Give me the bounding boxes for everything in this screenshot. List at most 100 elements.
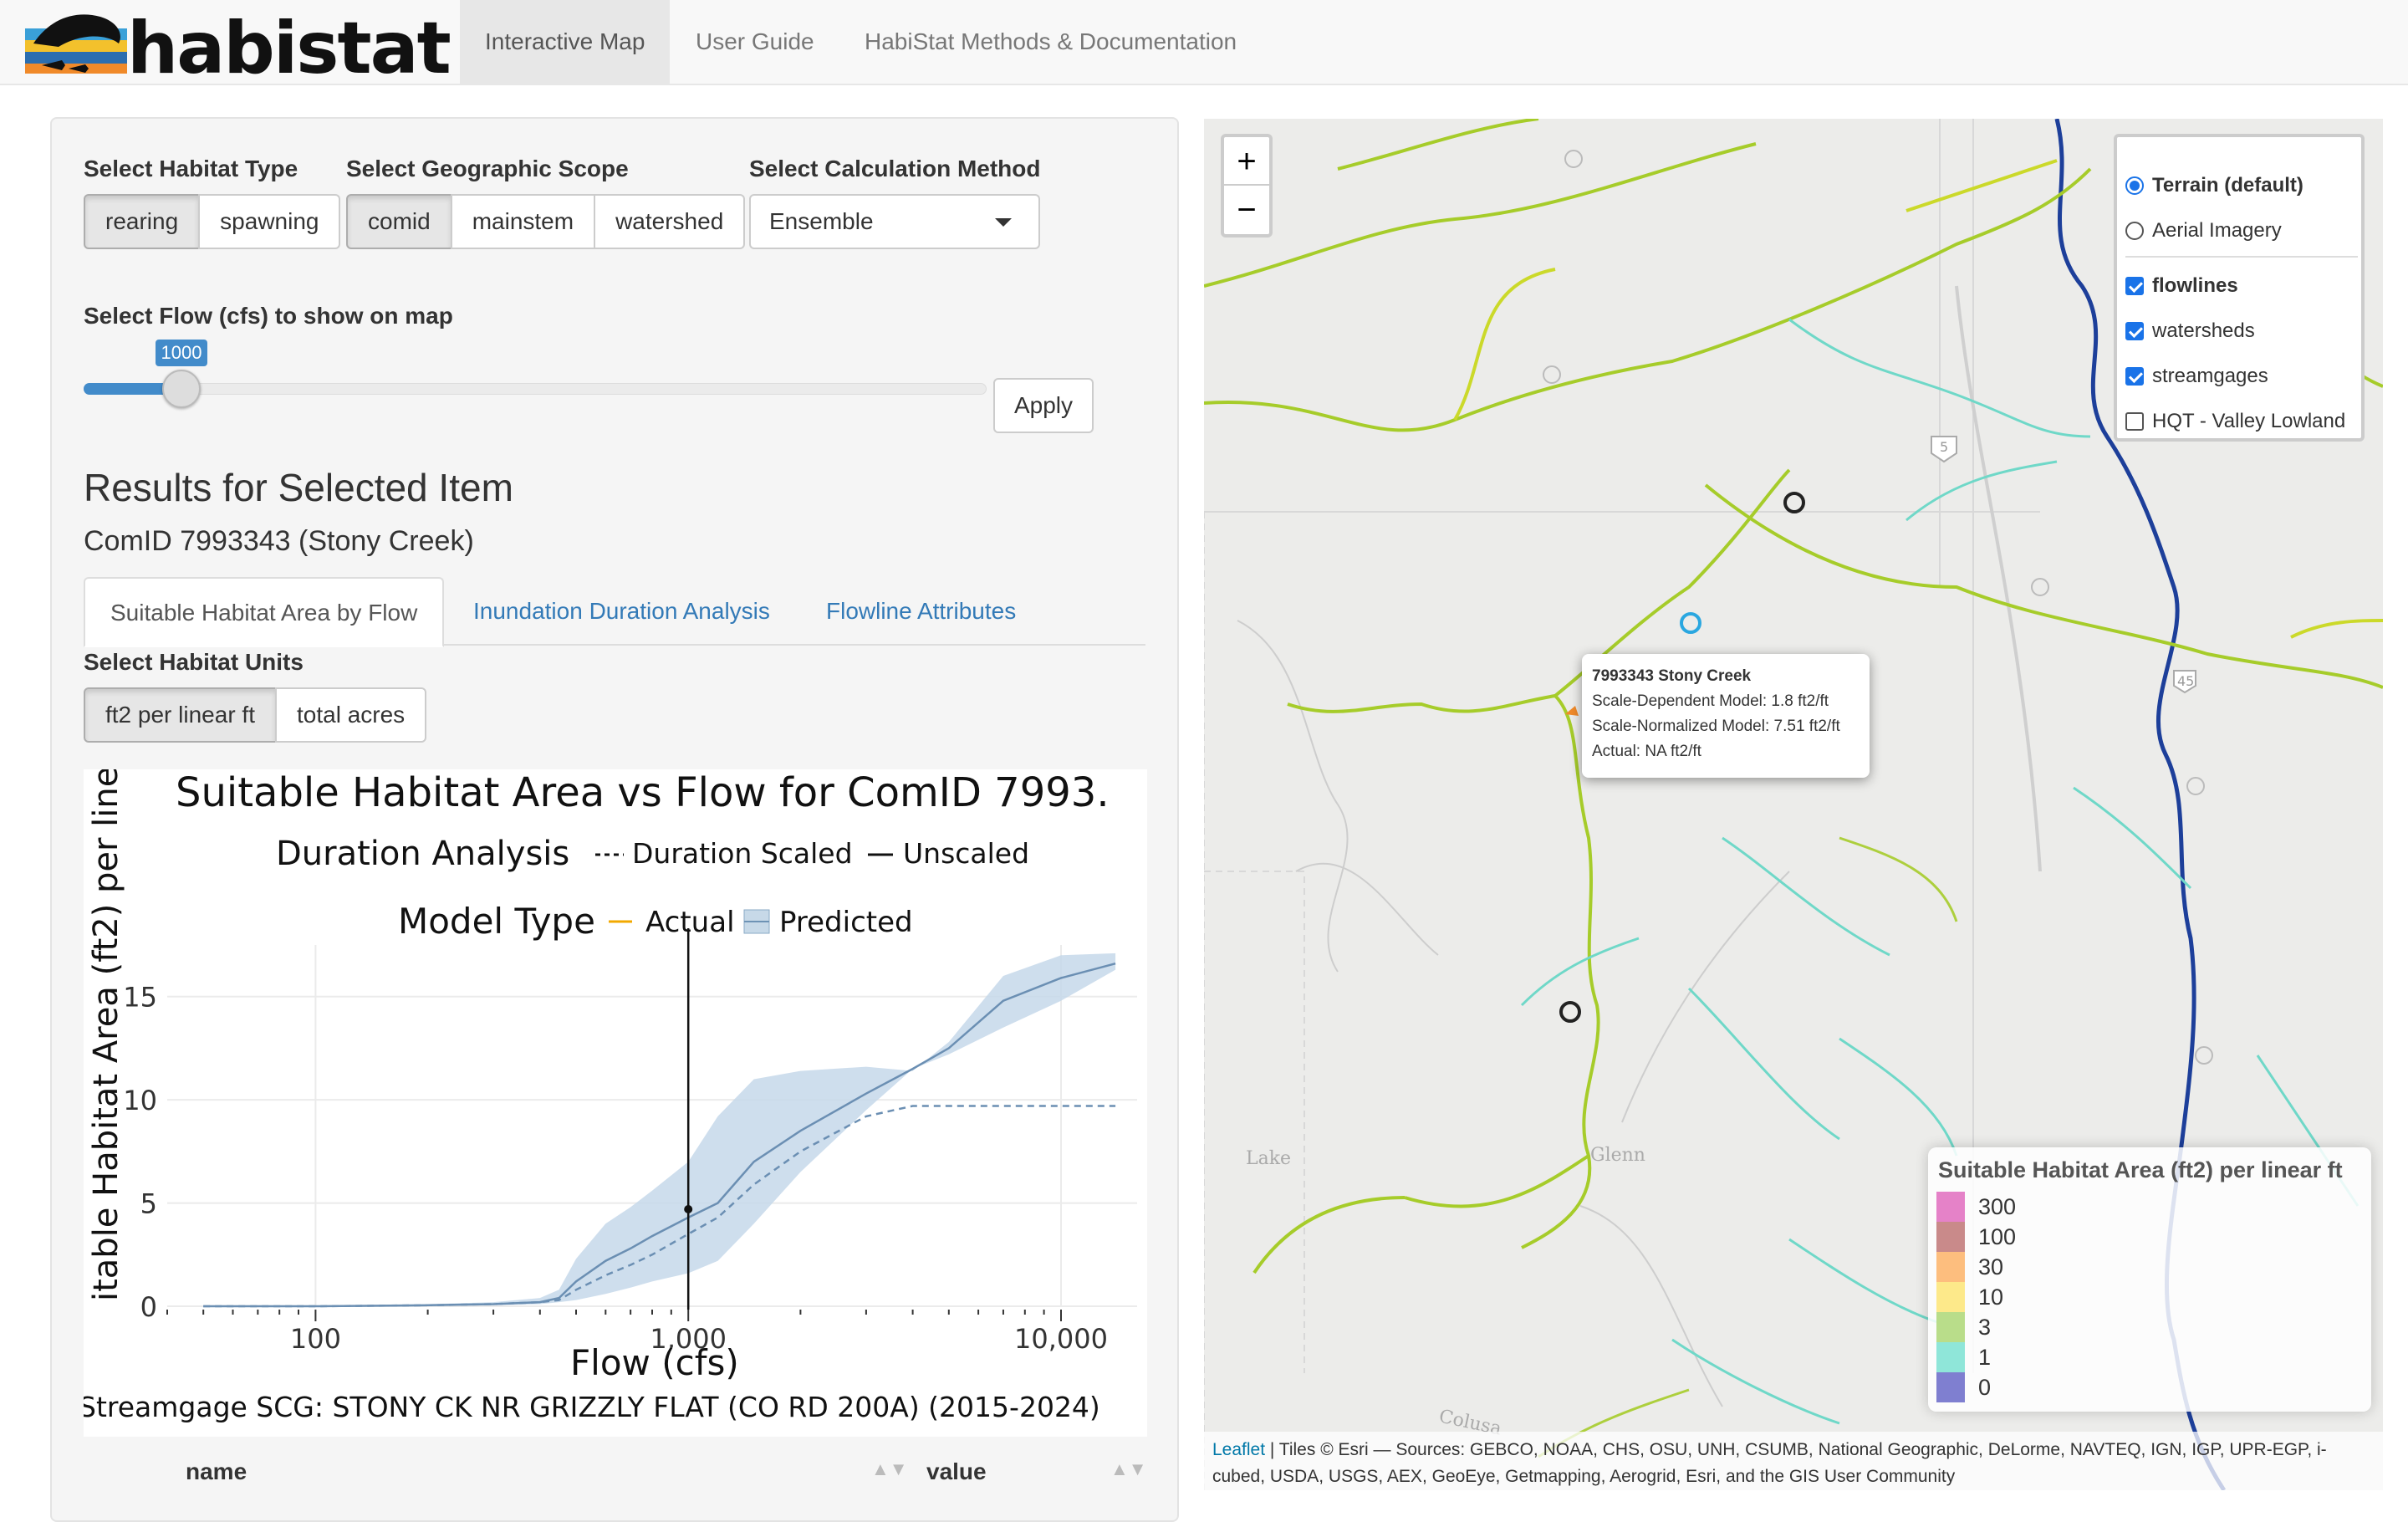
streamgages-label: streamgages	[2152, 365, 2268, 387]
flow-slider-track[interactable]	[84, 383, 987, 395]
base-aerial-option[interactable]: Aerial Imagery	[2125, 214, 2282, 248]
tab-flowline-attributes[interactable]: Flowline Attributes	[801, 577, 1041, 646]
streamgage-point-selected[interactable]	[1680, 612, 1701, 634]
chart-title: Suitable Habitat Area vs Flow for ComID …	[176, 769, 1110, 816]
streamgage-point[interactable]	[1559, 1001, 1581, 1023]
legend-item: 10	[1936, 1282, 2363, 1312]
overlay-streamgages[interactable]: streamgages	[2125, 360, 2268, 393]
chart-subtitle-solid: Unscaled	[903, 837, 1029, 870]
legend-swatch	[1936, 1312, 1965, 1342]
nav-methods-documentation[interactable]: HabiStat Methods & Documentation	[839, 0, 1262, 84]
map-attribution: Leaflet | Tiles © Esri — Sources: GEBCO,…	[1204, 1432, 2383, 1490]
y-tick-label: 0	[140, 1291, 157, 1323]
legend-label: 10	[1978, 1284, 2004, 1310]
scope-comid-button[interactable]: comid	[346, 194, 452, 249]
terrain-radio[interactable]	[2125, 176, 2144, 195]
units-acres-button[interactable]: total acres	[274, 687, 427, 743]
habitat-units-label: Select Habitat Units	[84, 649, 304, 675]
aerial-radio[interactable]	[2125, 222, 2144, 240]
tab-inundation-duration[interactable]: Inundation Duration Analysis	[448, 577, 795, 646]
sort-value-icon[interactable]: ▲▼	[1110, 1458, 1147, 1480]
column-name[interactable]: name	[186, 1458, 247, 1485]
map-label-route-45: 45	[2177, 673, 2194, 689]
scope-watershed-button[interactable]: watershed	[594, 194, 746, 249]
legend-actual: Actual	[645, 906, 735, 939]
map-label-lake: Lake	[1246, 1148, 1291, 1169]
base-terrain-option[interactable]: Terrain (default)	[2125, 169, 2303, 202]
legend-label: 3	[1978, 1314, 1992, 1340]
apply-button[interactable]: Apply	[993, 378, 1094, 433]
predicted-band	[203, 953, 1116, 1306]
legend-swatch	[1936, 1222, 1965, 1252]
legend-swatch	[1936, 1342, 1965, 1372]
legend-label: 30	[1978, 1254, 2004, 1279]
x-axis-label: Flow (cfs)	[570, 1342, 739, 1383]
hqt-checkbox[interactable]	[2125, 412, 2144, 431]
nav-interactive-map[interactable]: Interactive Map	[460, 0, 671, 84]
flow-slider-value: 1000	[156, 340, 207, 366]
navbar: habistat Interactive Map User Guide Habi…	[0, 0, 2408, 90]
column-value[interactable]: value	[926, 1458, 987, 1485]
y-tick-label: 5	[140, 1188, 157, 1220]
zoom-out-button[interactable]: −	[1224, 186, 1269, 234]
overlay-hqt-valley-lowland[interactable]: HQT - Valley Lowland	[2125, 405, 2345, 438]
flowlines-label: flowlines	[2152, 274, 2238, 297]
interactive-map[interactable]: Lake Glenn Colusa 5 45 + − Terrain (defa…	[1204, 119, 2383, 1490]
streamgages-checkbox[interactable]	[2125, 367, 2144, 386]
flow-slider-handle[interactable]	[162, 370, 201, 408]
map-label-route-5: 5	[1940, 439, 1948, 455]
watersheds-checkbox[interactable]	[2125, 322, 2144, 340]
layer-control: Terrain (default) Aerial Imagery flowlin…	[2114, 134, 2365, 442]
chart-subtitle-dashed: Duration Scaled	[632, 837, 853, 870]
habitat-flow-chart: Suitable Habitat Area vs Flow for ComID …	[84, 769, 1147, 1437]
popup-line-1: Scale-Dependent Model: 1.8 ft2/ft	[1592, 692, 1829, 710]
legend-swatch	[1936, 1252, 1965, 1282]
legend-label: 0	[1978, 1374, 1992, 1400]
nav-user-guide[interactable]: User Guide	[671, 0, 839, 84]
geo-scope-toggle: comid mainstem watershed	[346, 194, 746, 249]
habistat-logo[interactable]: habistat	[25, 7, 452, 90]
overlay-flowlines[interactable]: flowlines	[2125, 269, 2238, 303]
flowline-popup: 7993343 Stony Creek Scale-Dependent Mode…	[1582, 654, 1870, 778]
habitat-rearing-button[interactable]: rearing	[84, 194, 201, 249]
legend-swatch	[1936, 1282, 1965, 1312]
calc-method-select[interactable]: Ensemble	[749, 194, 1040, 249]
legend-item: 0	[1936, 1372, 2363, 1402]
results-heading: Results for Selected Item	[84, 466, 513, 509]
hqt-label: HQT - Valley Lowland	[2152, 410, 2346, 432]
habitat-spawning-button[interactable]: spawning	[198, 194, 341, 249]
attribution-text: | Tiles © Esri — Sources: GEBCO, NOAA, C…	[1212, 1440, 2327, 1486]
chevron-down-icon	[995, 218, 1012, 227]
legend-title: Suitable Habitat Area (ft2) per linear f…	[1938, 1157, 2343, 1182]
legend-swatch	[1936, 1192, 1965, 1222]
sort-name-icon[interactable]: ▲▼	[871, 1458, 908, 1480]
y-tick-label: 15	[123, 982, 157, 1014]
results-comid: ComID 7993343 (Stony Creek)	[84, 525, 474, 557]
scope-mainstem-button[interactable]: mainstem	[450, 194, 596, 249]
results-tabs: Suitable Habitat Area by Flow Inundation…	[84, 577, 1145, 647]
overlay-watersheds[interactable]: watersheds	[2125, 314, 2255, 348]
legend-label: 300	[1978, 1193, 2017, 1219]
units-ft2-button[interactable]: ft2 per linear ft	[84, 687, 277, 743]
y-axis-label: itable Habitat Area (ft2) per linear ft	[87, 769, 125, 1301]
legend-title: Model Type	[398, 901, 595, 942]
tab-suitable-habitat[interactable]: Suitable Habitat Area by Flow	[84, 577, 445, 647]
map-legend: Suitable Habitat Area (ft2) per linear f…	[1928, 1147, 2371, 1412]
zoom-in-button[interactable]: +	[1224, 137, 1269, 186]
geo-scope-label: Select Geographic Scope	[346, 156, 629, 181]
flowlines-checkbox[interactable]	[2125, 277, 2144, 295]
legend-item: 3	[1936, 1312, 2363, 1342]
legend-item: 30	[1936, 1252, 2363, 1282]
selected-flowline-marker	[1565, 706, 1579, 716]
streamgage-point[interactable]	[1783, 492, 1805, 513]
logo-text: habistat	[127, 7, 452, 90]
legend-label: 100	[1978, 1223, 2017, 1249]
chart-subtitle-prefix: Duration Analysis	[276, 835, 569, 873]
aerial-label: Aerial Imagery	[2152, 219, 2282, 242]
leaflet-link[interactable]: Leaflet	[1212, 1440, 1265, 1459]
x-tick-label: 100	[290, 1323, 341, 1355]
zoom-control: + −	[1221, 134, 1273, 237]
habitat-units-toggle: ft2 per linear ft total acres	[84, 687, 427, 743]
chart-caption: Streamgage SCG: STONY CK NR GRIZZLY FLAT…	[84, 1391, 1100, 1423]
x-tick-label: 10,000	[1014, 1323, 1108, 1355]
